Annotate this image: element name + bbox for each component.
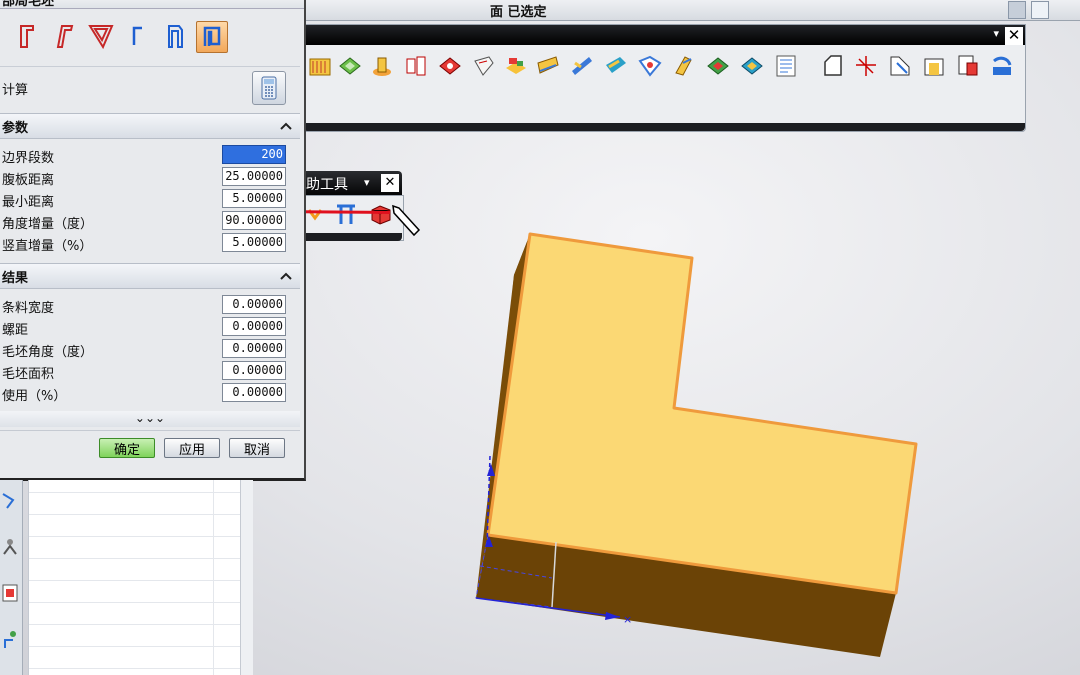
flange-profile-4-icon[interactable] [122, 21, 152, 51]
calculator-button[interactable] [252, 71, 286, 105]
blank-area-field: 0.00000 [222, 361, 286, 380]
param-row-web-distance: 腹板距离 25.00000 [0, 166, 300, 188]
chevron-up-icon[interactable] [278, 268, 294, 284]
dialog-close-icon[interactable]: × [2, 0, 296, 5]
strip-width-field: 0.00000 [222, 295, 286, 314]
chevron-down-icon: ⌄⌄⌄ [134, 411, 166, 425]
more-options-toggle[interactable]: ⌄⌄⌄ [0, 411, 300, 427]
list-item [29, 492, 241, 493]
apply-button[interactable]: 应用 [164, 438, 220, 458]
flange-profile-5-icon[interactable] [160, 21, 190, 51]
flange-profile-3-icon[interactable] [86, 21, 116, 51]
result-row-blank-angle: 毛坯角度（度） 0.00000 [0, 338, 300, 360]
dialog-button-bar: 确定 应用 取消 [0, 430, 300, 467]
param-label: 腹板距离 [2, 173, 55, 188]
result-row-usage: 使用（%） 0.00000 [0, 382, 300, 404]
param-row-min-distance: 最小距离 5.00000 [0, 188, 300, 210]
result-label: 毛坯面积 [2, 367, 55, 382]
param-row-vertical-increment: 竖直增量（%） 5.00000 [0, 232, 300, 254]
reuse-library-icon[interactable] [1, 582, 19, 604]
list-item [29, 580, 241, 581]
flange-profile-1-icon[interactable] [12, 21, 42, 51]
result-row-blank-area: 毛坯面积 0.00000 [0, 360, 300, 382]
min-distance-input[interactable]: 5.00000 [222, 189, 286, 208]
list-item [29, 602, 241, 603]
list-item [29, 558, 241, 559]
list-item [29, 646, 241, 647]
navigator-list[interactable] [28, 480, 241, 675]
result-label: 螺距 [2, 323, 29, 338]
blank-angle-field: 0.00000 [222, 339, 286, 358]
param-row-angle-increment: 角度增量（度） 90.00000 [0, 210, 300, 232]
ok-button[interactable]: 确定 [99, 438, 155, 458]
part-navigator-icon[interactable] [1, 490, 19, 512]
blank-layout-dialog: 部局毛坯 × 计算 参数 边界段数 200 腹板距离 25.00000 最小距离… [0, 0, 306, 481]
navigator-scrollbar[interactable] [240, 480, 253, 675]
list-item [29, 536, 241, 537]
vertical-increment-input[interactable]: 5.00000 [222, 233, 286, 252]
param-label: 竖直增量（%） [2, 239, 93, 254]
mouse-cursor-icon [392, 204, 421, 237]
result-row-strip-width: 条料宽度 0.00000 [0, 294, 300, 316]
parameters-header: 参数 [2, 121, 29, 136]
results-section-header[interactable]: 结果 [0, 263, 300, 289]
list-item [29, 624, 241, 625]
resource-bar [0, 480, 23, 675]
boundary-segments-input[interactable]: 200 [222, 145, 286, 164]
calculate-label: 计算 [2, 83, 29, 98]
parameters-section-header[interactable]: 参数 [0, 113, 300, 139]
assembly-navigator-icon[interactable] [1, 536, 19, 558]
x-axis-label: × [623, 613, 632, 626]
cancel-button[interactable]: 取消 [229, 438, 285, 458]
result-label: 条料宽度 [2, 301, 55, 316]
flange-profile-6-icon[interactable] [196, 21, 228, 53]
param-label: 边界段数 [2, 151, 55, 166]
param-label: 最小距离 [2, 195, 55, 210]
chevron-up-icon[interactable] [278, 118, 294, 134]
results-header: 结果 [2, 271, 29, 286]
angle-increment-input[interactable]: 90.00000 [222, 211, 286, 230]
result-row-pitch: 螺距 0.00000 [0, 316, 300, 338]
param-row-boundary-segments: 边界段数 200 [0, 144, 300, 166]
history-icon[interactable] [1, 628, 19, 650]
usage-field: 0.00000 [222, 383, 286, 402]
param-label: 角度增量（度） [2, 217, 94, 232]
list-item [29, 514, 241, 515]
result-label: 使用（%） [2, 389, 67, 404]
web-distance-input[interactable]: 25.00000 [222, 167, 286, 186]
dialog-title-bar[interactable]: 部局毛坯 × [0, 0, 304, 9]
pitch-field: 0.00000 [222, 317, 286, 336]
flange-profile-2-icon[interactable] [48, 21, 78, 51]
calculate-row: 计算 [0, 66, 300, 111]
list-item [29, 668, 241, 669]
calculator-icon [261, 76, 277, 100]
result-label: 毛坯角度（度） [2, 345, 94, 360]
profile-type-selector [0, 14, 300, 62]
part-top-face[interactable] [486, 232, 918, 595]
